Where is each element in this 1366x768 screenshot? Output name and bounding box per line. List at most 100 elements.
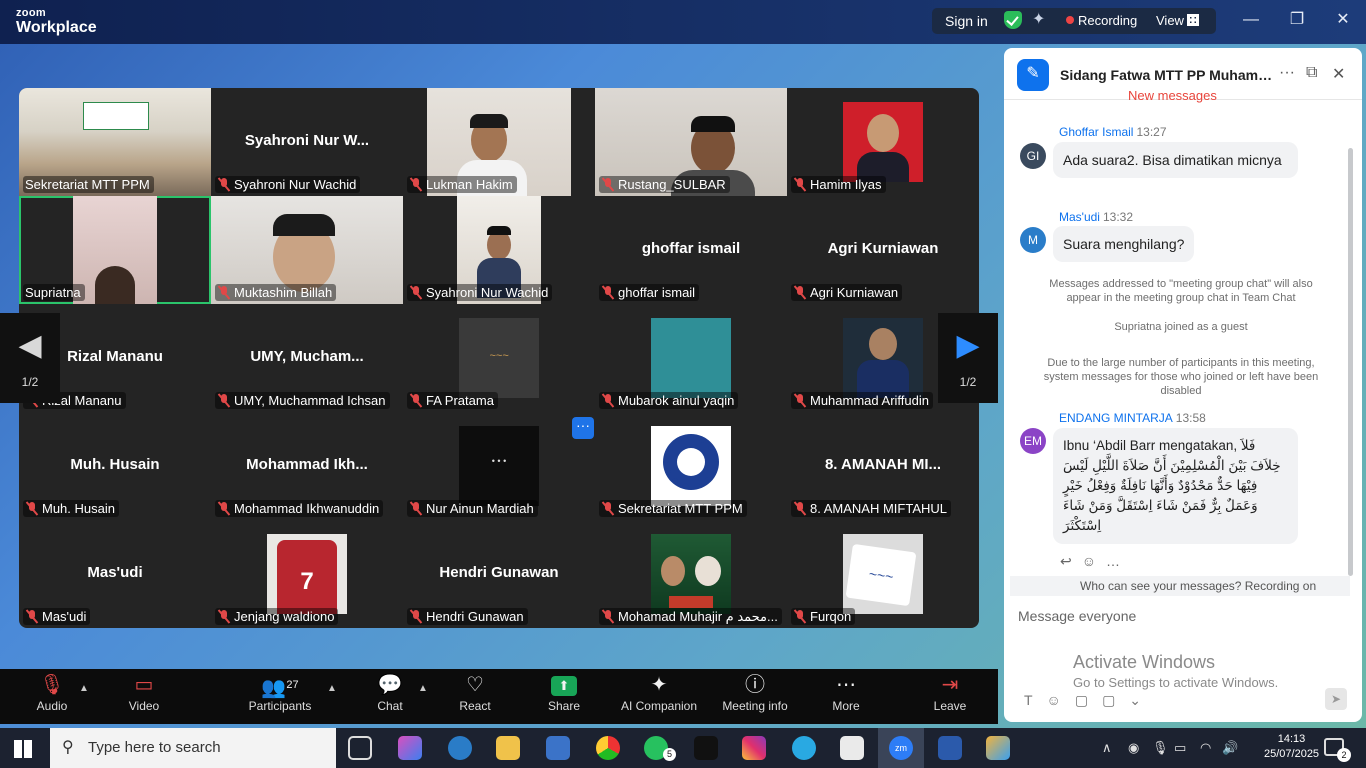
leave-label: Leave (933, 699, 967, 713)
recording-label[interactable]: Recording (1078, 13, 1137, 28)
ai-companion-button[interactable]: ✦ AI Companion (618, 669, 700, 724)
mic-muted-icon (601, 502, 615, 515)
popout-icon[interactable]: ⧉ (1306, 64, 1317, 82)
camera-icon[interactable]: ◉ (1128, 740, 1139, 756)
grid-icon[interactable] (1187, 14, 1199, 26)
participant-tile[interactable]: Hendri Gunawan Hendri Gunawan (403, 520, 595, 628)
avatar[interactable]: EM (1020, 428, 1046, 454)
participant-tile[interactable]: Hamim Ilyas (787, 88, 979, 196)
edge-icon[interactable] (448, 736, 472, 760)
windows-start-icon[interactable] (14, 740, 32, 758)
participant-tile[interactable]: Mas'udi Mas'udi (19, 520, 211, 628)
participants-button[interactable]: 👥27 Participants (246, 669, 314, 724)
tray-chevron-up-icon[interactable]: ∧ (1102, 740, 1112, 756)
instagram-icon[interactable] (742, 736, 766, 760)
participant-tile[interactable]: Syahroni Nur Wachid (403, 196, 595, 304)
participant-tile[interactable]: • • • Nur Ainun Mardiah (403, 412, 595, 520)
participant-tile[interactable]: Muh. Husain Muh. Husain (19, 412, 211, 520)
participant-tile[interactable]: UMY, Mucham... UMY, Muchammad Ichsan (211, 304, 403, 412)
more-button[interactable]: ⋯ More (828, 669, 864, 724)
sign-in-button[interactable]: Sign in (945, 13, 988, 29)
search-icon: ⚲ (62, 739, 74, 756)
avatar[interactable]: M (1020, 227, 1046, 253)
wifi-icon[interactable]: ◠ (1200, 740, 1211, 756)
microphone-icon[interactable]: 🎙 (1152, 740, 1169, 756)
file-explorer-icon[interactable] (496, 736, 520, 760)
participants-label: Participants (248, 699, 312, 713)
chat-edit-icon[interactable]: ✎ (1017, 59, 1049, 91)
battery-icon[interactable]: ▭ (1174, 740, 1186, 756)
participant-name-label: Muhammad Ariffudin (791, 392, 933, 409)
security-shield-icon[interactable] (1004, 11, 1022, 29)
participant-tile[interactable]: Sekretariat MTT PPM (595, 412, 787, 520)
chrome-icon[interactable] (596, 736, 620, 760)
audio-button[interactable]: 🎙 Audio (30, 669, 74, 724)
taskbar-search-input[interactable]: ⚲ Type here to search (50, 728, 336, 768)
avatar[interactable]: GI (1020, 143, 1046, 169)
chat-button[interactable]: 💬 Chat (372, 669, 408, 724)
audio-options-caret[interactable]: ▲ (79, 683, 89, 694)
paint-icon[interactable] (986, 736, 1010, 760)
participants-options-caret[interactable]: ▲ (327, 683, 337, 694)
mic-muted-icon (217, 286, 231, 299)
video-label: Video (128, 699, 160, 713)
participant-name-label: Supriatna (23, 284, 85, 301)
participant-tile[interactable]: ~~~ FA Pratama (403, 304, 595, 412)
share-button[interactable]: ⬆ Share (544, 669, 584, 724)
task-view-icon[interactable] (348, 736, 372, 760)
participant-tile[interactable]: ~~~ Furqon (787, 520, 979, 628)
muhammadiyah-banner-image (83, 102, 149, 130)
meeting-info-button[interactable]: ⓘ Meeting info (718, 669, 792, 724)
participant-tile[interactable]: Mohammad Ikh... Mohammad Ikhwanuddin (211, 412, 403, 520)
who-can-see-messages[interactable]: Who can see your messages? Recording on (1010, 576, 1350, 596)
capcut-icon[interactable] (840, 736, 864, 760)
participant-tile[interactable]: Rustang_SULBAR (595, 88, 787, 196)
participant-tile[interactable]: Mubarok ainul yaqin (595, 304, 787, 412)
participant-tile[interactable]: Syahroni Nur W... Syahroni Nur Wachid (211, 88, 403, 196)
word-icon[interactable] (938, 736, 962, 760)
video-button[interactable]: ▭ Video (122, 669, 166, 724)
participant-tile[interactable]: Mohamad Muhajir محمد م... (595, 520, 787, 628)
participant-tile[interactable]: ghoffar ismail ghoffar ismail (595, 196, 787, 304)
copilot-icon[interactable] (398, 736, 422, 760)
share-label: Share (547, 699, 581, 713)
tiktok-icon[interactable] (694, 736, 718, 760)
microsoft-store-icon[interactable] (546, 736, 570, 760)
participant-tile[interactable]: 8. AMANAH MI... 8. AMANAH MIFTAHUL (787, 412, 979, 520)
message-actions[interactable]: ↩☺… (1060, 553, 1130, 570)
chat-options-caret[interactable]: ▲ (418, 683, 428, 694)
logo-line2: Workplace (16, 19, 97, 36)
react-button[interactable]: ♡ React (454, 669, 496, 724)
close-icon[interactable]: ✕ (1330, 8, 1356, 34)
participant-tile[interactable]: Agri Kurniawan Agri Kurniawan (787, 196, 979, 304)
input-toolbar[interactable]: T☺▢▢⌄ (1024, 692, 1155, 709)
view-button[interactable]: View (1156, 13, 1184, 28)
restore-icon[interactable]: ❐ (1284, 8, 1310, 34)
ai-sparkle-icon[interactable]: ✦ (1032, 9, 1045, 29)
send-icon[interactable]: ➤ (1325, 688, 1347, 710)
participant-tile-active-speaker[interactable]: Supriatna (19, 196, 211, 304)
message-input[interactable]: Message everyone (1018, 608, 1136, 624)
message-bubble: Ibnu ‘Abdil Barr mengatakan, فَلاَ خِلاَ… (1053, 428, 1298, 544)
participant-tile[interactable]: Lukman Hakim (403, 88, 595, 196)
volume-icon[interactable]: 🔊 (1222, 740, 1238, 756)
mic-muted-icon (409, 178, 423, 191)
participant-tile[interactable]: 7 Jenjang waldiono (211, 520, 403, 628)
telegram-icon[interactable] (792, 736, 816, 760)
mic-muted-icon (217, 394, 231, 407)
new-messages-divider: New messages (1128, 88, 1217, 103)
notification-badge: 2 (1337, 748, 1351, 762)
more-options-icon[interactable]: ··· (572, 417, 594, 439)
previous-page-button[interactable]: ◀ 1/2 (0, 313, 60, 403)
taskbar-clock[interactable]: 14:13 25/07/2025 (1264, 732, 1319, 762)
close-chat-icon[interactable]: ✕ (1332, 64, 1345, 84)
more-icon[interactable]: ··· (1279, 64, 1295, 82)
participant-tile[interactable]: Muktashim Billah (211, 196, 403, 304)
next-page-button[interactable]: ▶ 1/2 (938, 313, 998, 403)
chat-scrollbar[interactable] (1348, 148, 1353, 576)
zoom-taskbar-active[interactable]: zm (878, 728, 924, 768)
participant-name-label: Hendri Gunawan (407, 608, 528, 625)
leave-button[interactable]: ⇥ Leave (932, 669, 968, 724)
participant-tile[interactable]: Sekretariat MTT PPM (19, 88, 211, 196)
minimize-icon[interactable]: — (1238, 8, 1264, 34)
